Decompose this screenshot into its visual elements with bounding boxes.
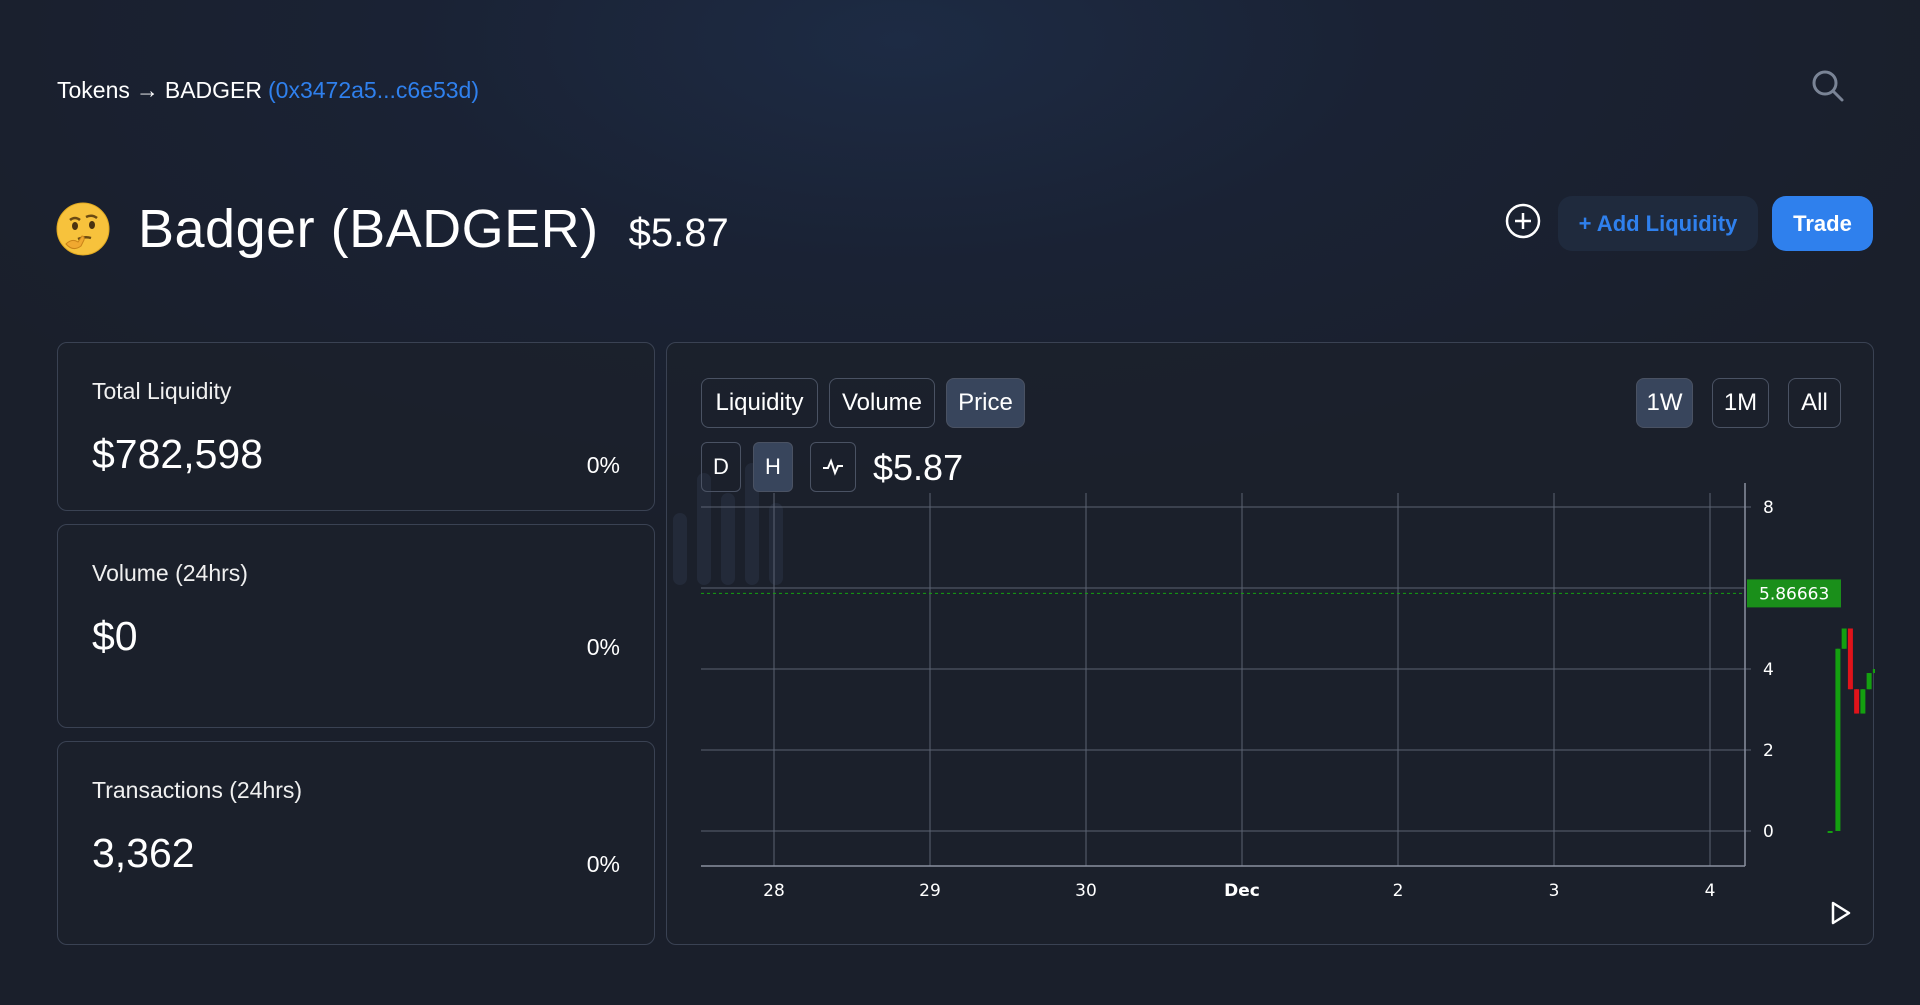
y-tick-label: 0 bbox=[1763, 822, 1774, 842]
x-tick-label: Dec bbox=[1224, 881, 1260, 901]
thinking-face-icon bbox=[56, 202, 110, 256]
add-circle-icon[interactable] bbox=[1504, 202, 1542, 240]
stat-change: 0% bbox=[586, 634, 620, 660]
x-tick-label: 30 bbox=[1075, 881, 1097, 901]
candle-body bbox=[1835, 648, 1841, 831]
stat-value: 3,362 bbox=[92, 830, 195, 876]
candle-body bbox=[1866, 673, 1872, 690]
y-tick-label: 4 bbox=[1763, 660, 1774, 680]
x-tick-label: 4 bbox=[1705, 881, 1716, 901]
candle-body bbox=[1872, 669, 1875, 674]
breadcrumb: Tokens → BADGER (0x3472a5...c6e53d) bbox=[57, 77, 479, 104]
x-tick-label: 28 bbox=[763, 881, 785, 901]
volume-card: Volume (24hrs) $0 0% bbox=[57, 524, 655, 728]
chart-panel: Liquidity Volume Price 1W 1M All D H $5.… bbox=[666, 342, 1875, 946]
y-tick-label: 2 bbox=[1763, 741, 1774, 761]
candle-body bbox=[1827, 831, 1833, 833]
stat-change: 0% bbox=[586, 452, 620, 478]
stat-label: Volume (24hrs) bbox=[92, 560, 248, 586]
x-tick-label: 3 bbox=[1549, 881, 1560, 901]
token-address-link[interactable]: (0x3472a5...c6e53d) bbox=[268, 77, 479, 104]
candle-body bbox=[1854, 689, 1860, 714]
x-tick-label: 29 bbox=[919, 881, 941, 901]
stat-change: 0% bbox=[586, 851, 620, 877]
last-price-label: 5.86663 bbox=[1759, 584, 1829, 604]
search-icon[interactable] bbox=[1810, 68, 1846, 104]
stat-label: Total Liquidity bbox=[92, 378, 232, 404]
price-chart[interactable]: 0 2 4 8 28 29 30 Dec 2 3 4 5.86663 bbox=[667, 343, 1875, 946]
play-icon[interactable] bbox=[1830, 901, 1852, 925]
stat-value: $782,598 bbox=[92, 431, 264, 477]
candle-body bbox=[1860, 689, 1866, 714]
stat-value: $0 bbox=[92, 613, 138, 659]
stat-label: Transactions (24hrs) bbox=[92, 777, 303, 803]
token-title-row: Badger (BADGER) $5.87 bbox=[56, 198, 729, 260]
add-liquidity-button[interactable]: + Add Liquidity bbox=[1558, 196, 1758, 251]
trade-button[interactable]: Trade bbox=[1772, 196, 1873, 251]
breadcrumb-arrow: → bbox=[135, 77, 159, 103]
breadcrumb-tokens-link[interactable]: Tokens bbox=[57, 77, 130, 104]
y-tick-label: 8 bbox=[1763, 498, 1774, 518]
token-name: Badger (BADGER) bbox=[138, 199, 599, 259]
token-price: $5.87 bbox=[628, 210, 729, 255]
breadcrumb-token: BADGER bbox=[164, 77, 263, 103]
candle-body bbox=[1847, 628, 1853, 690]
total-liquidity-card: Total Liquidity $782,598 0% bbox=[57, 342, 655, 511]
transactions-card: Transactions (24hrs) 3,362 0% bbox=[57, 741, 655, 945]
x-tick-label: 2 bbox=[1393, 881, 1404, 901]
candle-body bbox=[1841, 628, 1847, 649]
